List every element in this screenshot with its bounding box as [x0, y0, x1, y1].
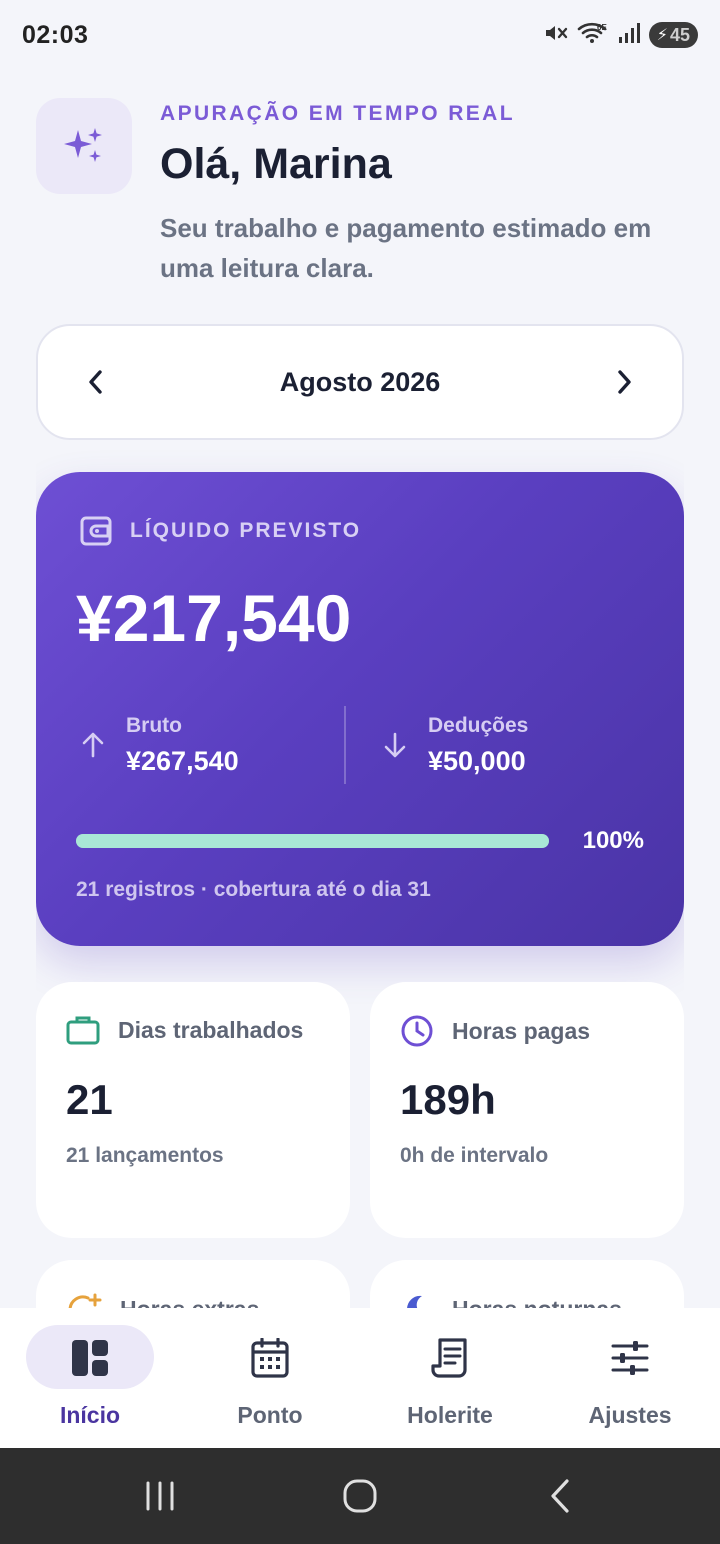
main-content: APURAÇÃO EM TEMPO REAL Olá, Marina Seu t…: [36, 70, 684, 1308]
status-icons: 6E ⚡ 45: [543, 21, 698, 50]
coverage-percent: 100%: [582, 827, 644, 854]
coverage-progress-fill: [76, 834, 549, 848]
moon-icon: [407, 1295, 422, 1308]
stat-card-paid-hours[interactable]: Horas pagas 189h 0h de intervalo: [370, 982, 684, 1238]
net-summary-label: LÍQUIDO PREVISTO: [130, 519, 362, 542]
stat-value: 189h: [400, 1076, 496, 1123]
battery-charging-icon: ⚡ 45: [648, 22, 698, 48]
back-button[interactable]: [530, 1466, 590, 1526]
stat-card-days-worked[interactable]: Dias trabalhados 21 21 lançamentos: [36, 982, 350, 1238]
deductions-value: ¥50,000: [428, 745, 526, 776]
stat-card-night-hours[interactable]: Horas noturnas: [370, 1260, 684, 1308]
nav-label: Início: [59, 1402, 121, 1428]
gross-deductions-split: Bruto ¥267,540 Deduções ¥50,000: [80, 706, 646, 784]
dashboard-icon: [70, 1338, 110, 1378]
mute-icon: [543, 21, 569, 50]
clock-icon: [401, 1015, 433, 1047]
stat-title: Horas pagas: [452, 1017, 591, 1044]
eyebrow: APURAÇÃO EM TEMPO REAL: [160, 102, 515, 125]
home-icon: [343, 1479, 377, 1513]
net-value: ¥217,540: [76, 581, 352, 655]
arrow-up-icon: [82, 732, 104, 758]
system-nav-bar: [0, 1448, 720, 1544]
stat-subtitle: 21 lançamentos: [66, 1144, 224, 1167]
svg-text:6E: 6E: [597, 23, 607, 32]
page-title: Olá, Marina: [160, 140, 392, 188]
stat-title: Dias trabalhados: [118, 1016, 304, 1043]
net-summary-card: LÍQUIDO PREVISTO ¥217,540 Bruto ¥267,540…: [36, 472, 684, 946]
header: APURAÇÃO EM TEMPO REAL Olá, Marina Seu t…: [36, 70, 684, 320]
stat-title: Horas noturnas: [452, 1296, 622, 1309]
nav-item-inicio[interactable]: Início: [0, 1308, 180, 1448]
nav-label: Ponto: [237, 1402, 303, 1428]
clock-plus-icon: [68, 1293, 102, 1308]
bottom-nav: Início Ponto Holerite Ajustes: [0, 1308, 720, 1448]
deductions-block: Deduções ¥50,000: [344, 706, 646, 784]
recents-icon: [146, 1481, 174, 1511]
gross-label: Bruto: [126, 713, 182, 737]
chevron-left-icon: [89, 370, 102, 394]
coverage-footer: 21 registros · cobertura até o dia 31: [76, 878, 431, 901]
sparkles-icon: [36, 98, 132, 194]
subtitle: Seu trabalho e pagamento estimado em uma…: [160, 213, 652, 283]
gross-block: Bruto ¥267,540: [80, 706, 344, 784]
chevron-right-icon: [618, 370, 631, 394]
recents-button[interactable]: [130, 1466, 190, 1526]
wallet-icon: [80, 516, 112, 546]
gross-value: ¥267,540: [126, 745, 239, 776]
previous-month-button[interactable]: [78, 364, 114, 400]
signal-icon: [617, 21, 641, 50]
net-summary-header: LÍQUIDO PREVISTO: [80, 516, 361, 546]
stat-value: 21: [66, 1076, 113, 1123]
wifi-icon: 6E: [577, 21, 609, 50]
nav-label: Ajustes: [588, 1402, 672, 1428]
status-bar: 02:03 6E ⚡ 45: [0, 0, 720, 70]
calendar-icon: [250, 1338, 290, 1378]
back-icon: [551, 1479, 569, 1513]
nav-item-holerite[interactable]: Holerite: [360, 1308, 540, 1448]
sliders-icon: [610, 1338, 650, 1378]
deductions-label: Deduções: [428, 713, 529, 737]
stat-title: Horas extras: [120, 1296, 259, 1309]
coverage-progress-bar: [76, 834, 549, 848]
nav-item-ajustes[interactable]: Ajustes: [540, 1308, 720, 1448]
receipt-icon: [430, 1338, 470, 1378]
nav-label: Holerite: [407, 1402, 493, 1428]
next-month-button[interactable]: [606, 364, 642, 400]
arrow-down-icon: [384, 732, 406, 758]
home-button[interactable]: [330, 1466, 390, 1526]
briefcase-icon: [66, 1016, 100, 1045]
battery-level: 45: [669, 24, 690, 45]
month-selector: Agosto 2026: [36, 324, 684, 440]
month-label: Agosto 2026: [279, 366, 441, 397]
stat-subtitle: 0h de intervalo: [400, 1144, 549, 1167]
status-time: 02:03: [22, 20, 89, 49]
nav-item-ponto[interactable]: Ponto: [180, 1308, 360, 1448]
stat-card-overtime[interactable]: Horas extras: [36, 1260, 350, 1308]
